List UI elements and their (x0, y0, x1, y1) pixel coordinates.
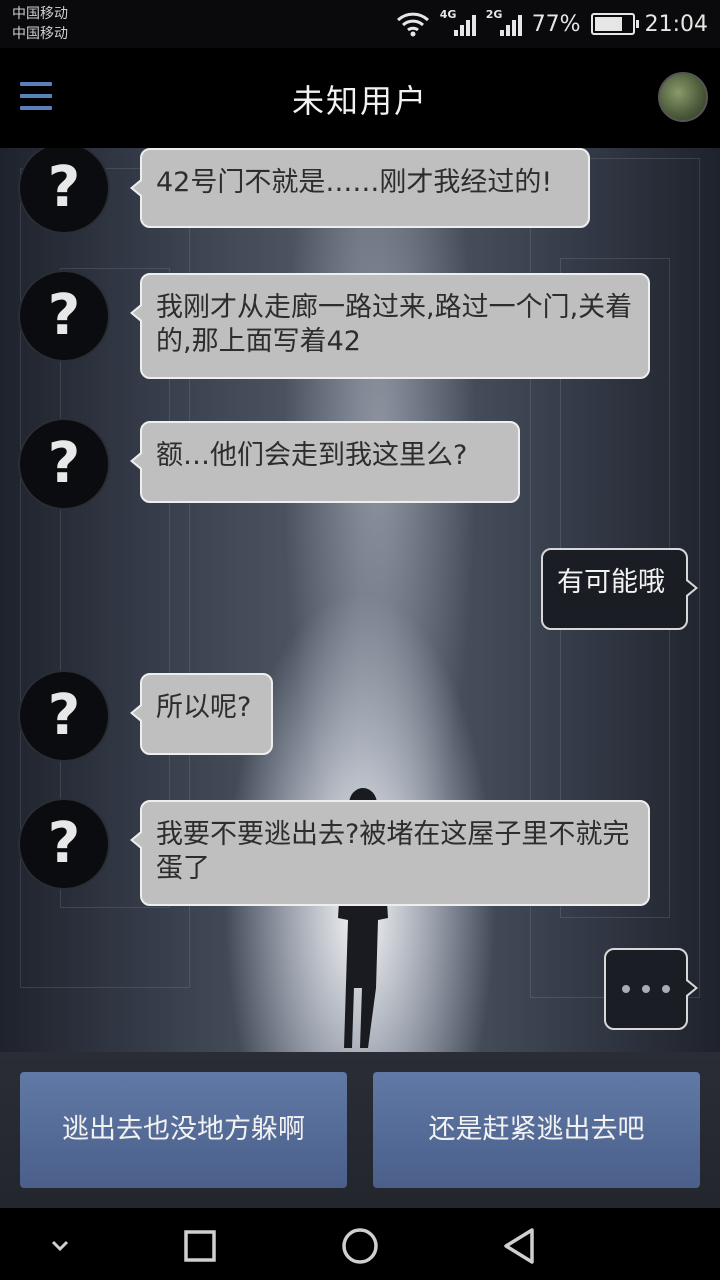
unknown-user-avatar[interactable]: ? (18, 418, 110, 510)
typing-indicator (604, 948, 698, 1030)
reply-choices: 逃出去也没地方躲啊 还是赶紧逃出去吧 (0, 1052, 720, 1208)
choice-button-1[interactable]: 逃出去也没地方躲啊 (20, 1072, 347, 1188)
system-nav-bar (0, 1208, 720, 1280)
wifi-icon (396, 12, 429, 37)
status-icons: 4G 2G 77% 21:04 (396, 8, 708, 40)
received-message: 我刚才从走廊一路过来,路过一个门,关着的,那上面写着42 (130, 273, 650, 379)
signal-2g-icon: 2G (486, 8, 522, 38)
carrier-2: 中国移动 (12, 26, 68, 42)
received-message: 所以呢? (130, 673, 273, 755)
chevron-down-icon[interactable] (40, 1226, 80, 1266)
sent-message: 有可能哦 (541, 548, 698, 630)
unknown-user-avatar[interactable]: ? (18, 798, 110, 890)
chat-area[interactable]: ? 42号门不就是……刚才我经过的!? 我刚才从走廊一路过来,路过一个门,关着的,那… (0, 148, 720, 1052)
square-icon[interactable] (180, 1226, 220, 1266)
received-message: 我要不要逃出去?被堵在这屋子里不就完蛋了 (130, 800, 650, 906)
triangle-back-icon[interactable] (500, 1226, 540, 1266)
carrier-1: 中国移动 (12, 6, 68, 22)
carrier-info: 中国移动 中国移动 (12, 4, 68, 44)
typing-dot (622, 985, 630, 993)
received-message: 42号门不就是……刚才我经过的! (130, 148, 590, 228)
title-bar: 未知用户 (0, 48, 720, 148)
circle-icon[interactable] (340, 1226, 380, 1266)
unknown-user-avatar[interactable]: ? (18, 270, 110, 362)
battery-icon (590, 13, 639, 35)
battery-percent: 77% (531, 11, 581, 37)
status-bar: 中国移动 中国移动 4G 2G 77% 21:04 (0, 0, 720, 48)
page-title: 未知用户 (291, 82, 428, 120)
typing-dot (662, 985, 670, 993)
typing-dot (642, 985, 650, 993)
choice-button-2[interactable]: 还是赶紧逃出去吧 (373, 1072, 700, 1188)
signal-4g-icon: 4G (440, 8, 476, 38)
received-message: 额…他们会走到我这里么? (130, 421, 520, 503)
avatar[interactable] (658, 72, 708, 122)
unknown-user-avatar[interactable]: ? (18, 670, 110, 762)
clock: 21:04 (644, 11, 708, 37)
